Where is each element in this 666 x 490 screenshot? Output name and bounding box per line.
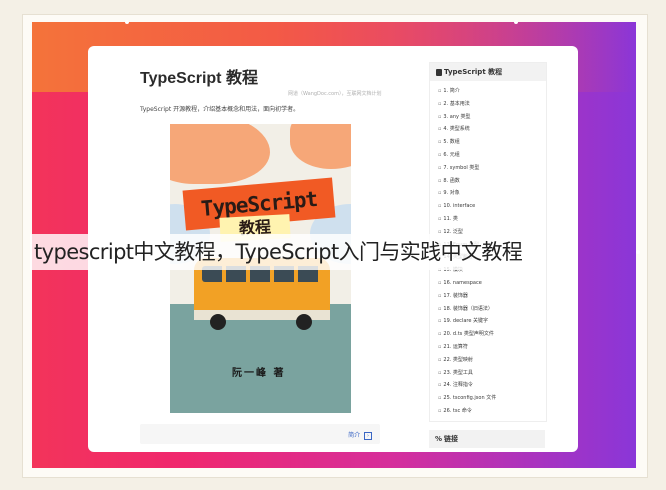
toc-item-label: 20. d.ts 类型声明文件 (443, 331, 494, 338)
document-icon: ▫ (438, 113, 442, 120)
frame-corner-dot (636, 250, 640, 254)
toc-header: TypeScript 教程 (430, 63, 546, 81)
arrow-right-icon: › (364, 431, 372, 440)
next-page-link[interactable]: 简介 › (348, 430, 372, 440)
toc-item[interactable]: ▫ 16. namespace (438, 277, 546, 290)
toc-item-label: 17. 装饰器 (443, 292, 468, 299)
toc-item-label: 2. 基本用法 (443, 100, 470, 107)
toc-item[interactable]: ▫ 17. 装饰器 (438, 290, 546, 303)
toc-item[interactable]: ▫ 6. 元组 (438, 149, 546, 162)
document-icon: ▫ (438, 395, 442, 402)
document-icon: ▫ (438, 100, 442, 107)
document-icon: ▫ (438, 190, 442, 197)
toc-item-label: 21. 运算符 (443, 343, 468, 350)
document-icon: ▫ (438, 151, 442, 158)
frame-corner-dot (125, 20, 129, 24)
toc-item[interactable]: ▫ 3. any 类型 (438, 111, 546, 124)
toc-item[interactable]: ▫ 7. symbol 类型 (438, 162, 546, 175)
toc-item-label: 18. 装饰器（旧语法） (443, 305, 493, 312)
toc-item-label: 8. 函数 (443, 177, 460, 184)
toc-item[interactable]: ▫ 10. interface (438, 200, 546, 213)
toc-item-label: 19. declare 关键字 (443, 318, 488, 325)
toc-title: TypeScript 教程 (444, 68, 503, 76)
document-icon: ▫ (438, 126, 442, 133)
toc-item-label: 23. 类型工具 (443, 369, 473, 376)
document-icon: ▫ (438, 139, 442, 146)
toc-item[interactable]: ▫ 20. d.ts 类型声明文件 (438, 328, 546, 341)
toc-item-label: 10. interface (443, 203, 476, 210)
toc-item-label: 11. 类 (443, 215, 458, 222)
toc-item[interactable]: ▫ 5. 数组 (438, 136, 546, 149)
document-icon: ▫ (438, 88, 442, 94)
toc-item-label: 4. 类型系统 (443, 126, 470, 133)
toc-item-label: 26. tsc 命令 (443, 407, 472, 414)
toc-item[interactable]: ▫ 23. 类型工具 (438, 367, 546, 380)
document-icon: ▫ (438, 164, 442, 171)
document-icon: ▫ (438, 203, 442, 210)
document-icon: ▫ (438, 343, 442, 350)
toc-item-label: 1. 简介 (443, 88, 460, 94)
pagination-bar: 简介 › (140, 424, 380, 444)
links-panel: % 链接 (429, 430, 545, 448)
toc-item-label: 25. tsconfig.json 文件 (443, 395, 497, 402)
frame-corner-dot (514, 20, 518, 24)
cover-shape (290, 124, 351, 169)
toc-item[interactable]: ▫ 24. 注释指令 (438, 379, 546, 392)
cover-author: 阮一峰 著 (232, 368, 286, 379)
toc-item[interactable]: ▫ 21. 运算符 (438, 341, 546, 354)
intro-text: TypeScript 开源教程，介绍基本概念和用法，面向初学者。 (140, 106, 300, 113)
toc-item[interactable]: ▫ 9. 对象 (438, 187, 546, 200)
cover-sea (170, 304, 351, 413)
bus-wheel (210, 314, 226, 330)
document-icon: ▫ (438, 177, 442, 184)
toc-item[interactable]: ▫ 4. 类型系统 (438, 123, 546, 136)
toc-item[interactable]: ▫ 11. 类 (438, 213, 546, 226)
document-icon: ▫ (438, 369, 442, 376)
bus-wheel (296, 314, 312, 330)
toc-item[interactable]: ▫ 2. 基本用法 (438, 98, 546, 111)
page-title: TypeScript 教程 (140, 70, 258, 87)
toc-item[interactable]: ▫ 26. tsc 命令 (438, 405, 546, 418)
toc-item-label: 24. 注释指令 (443, 382, 473, 389)
toc-item[interactable]: ▫ 8. 函数 (438, 175, 546, 188)
document-icon: ▫ (438, 215, 442, 222)
book-icon (436, 68, 442, 76)
document-icon: ▫ (438, 279, 442, 286)
toc-item[interactable]: ▫ 1. 简介 (438, 85, 546, 98)
toc-item-label: 6. 元组 (443, 151, 460, 158)
caption-overlay: typescript中文教程，TypeScript入门与实践中文教程 (30, 234, 527, 270)
toc-item-label: 5. 数组 (443, 139, 460, 146)
toc-item[interactable]: ▫ 18. 装饰器（旧语法） (438, 303, 546, 316)
cover-shape (170, 124, 270, 184)
toc-item-label: 3. any 类型 (443, 113, 471, 120)
toc-item[interactable]: ▫ 25. tsconfig.json 文件 (438, 392, 546, 405)
document-icon: ▫ (438, 331, 442, 338)
toc-item[interactable]: ▫ 22. 类型映射 (438, 354, 546, 367)
toc-item-label: 16. namespace (443, 279, 482, 286)
document-icon: ▫ (438, 292, 442, 299)
links-title: 链接 (444, 435, 459, 443)
next-page-label: 简介 (348, 432, 361, 439)
document-icon: ▫ (438, 305, 442, 312)
link-icon: % (435, 435, 443, 443)
toc-item-label: 22. 类型映射 (443, 356, 473, 363)
toc-item-label: 7. symbol 类型 (443, 164, 480, 171)
document-icon: ▫ (438, 382, 442, 389)
toc-item-label: 9. 对象 (443, 190, 460, 197)
toc-item[interactable]: ▫ 19. declare 关键字 (438, 315, 546, 328)
document-icon: ▫ (438, 356, 442, 363)
document-icon: ▫ (438, 407, 442, 414)
byline[interactable]: 网道（WangDoc.com），互联网文档计划 (288, 90, 381, 97)
document-icon: ▫ (438, 318, 442, 325)
